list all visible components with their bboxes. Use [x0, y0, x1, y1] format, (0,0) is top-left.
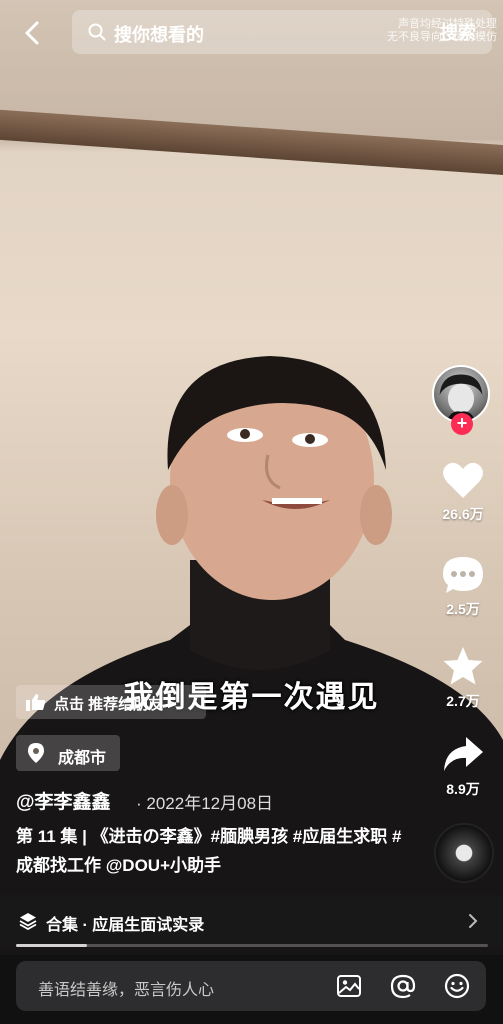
like-count: 26.6万 [442, 506, 484, 522]
playback-progress-fill [16, 944, 87, 947]
audio-notice-line2: 无不良导向，请勿模仿 [387, 31, 497, 43]
emoji-icon[interactable] [444, 973, 470, 999]
layers-icon [19, 913, 37, 930]
back-arrow-icon[interactable] [18, 18, 48, 48]
post-caption[interactable]: 第 11 集 | 《进击の李鑫》#腼腆男孩 #应届生求职 #成都找工作 @DOU… [16, 822, 416, 880]
comment-bubble-icon [443, 557, 483, 593]
author-name[interactable]: @李李鑫鑫 [16, 787, 111, 814]
collection-label: 合集 · 应届生面试实录 [46, 917, 205, 934]
share-button[interactable]: 8.9万 [432, 735, 494, 799]
share-arrow-icon [444, 737, 483, 771]
top-bar: 搜你想看的 搜索 声音均经过特殊处理 无不良导向，请勿模仿 [0, 8, 503, 56]
mention-at-icon[interactable] [390, 973, 416, 999]
location-label: 成都市 [58, 750, 107, 767]
recommend-to-friend-button[interactable]: 点击 推荐给朋友 > [16, 685, 206, 719]
heart-icon [443, 462, 483, 498]
comment-button[interactable]: 2.5万 [432, 555, 494, 619]
location-tag[interactable]: 成都市 [16, 735, 120, 771]
comment-count: 2.5万 [446, 601, 480, 617]
comment-input[interactable]: 善语结善缘，恶言伤人心 [16, 961, 486, 1011]
search-icon [88, 23, 106, 41]
location-pin-icon [28, 743, 44, 763]
chevron-right-icon [469, 914, 478, 928]
audio-notice-line1: 声音均经过特殊处理 [398, 18, 497, 30]
thumbs-up-icon [26, 694, 46, 711]
share-count: 8.9万 [446, 781, 480, 797]
music-disc-icon[interactable] [434, 823, 494, 883]
image-icon[interactable] [336, 973, 362, 999]
like-button[interactable]: 26.6万 [432, 460, 494, 524]
comment-placeholder: 善语结善缘，恶言伤人心 [38, 982, 215, 999]
bottom-comment-bar: 善语结善缘，恶言伤人心 [0, 955, 503, 1024]
collection-bar[interactable]: 合集 · 应届生面试实录 [0, 895, 503, 947]
playback-progress-bar[interactable] [16, 944, 488, 947]
post-date: · 2022年12月08日 [136, 794, 274, 813]
recommend-label: 点击 推荐给朋友 > [54, 696, 177, 713]
follow-plus-button[interactable]: + [451, 413, 473, 435]
search-placeholder: 搜你想看的 [114, 25, 204, 45]
audio-notice: 声音均经过特殊处理 无不良导向，请勿模仿 [387, 18, 497, 44]
